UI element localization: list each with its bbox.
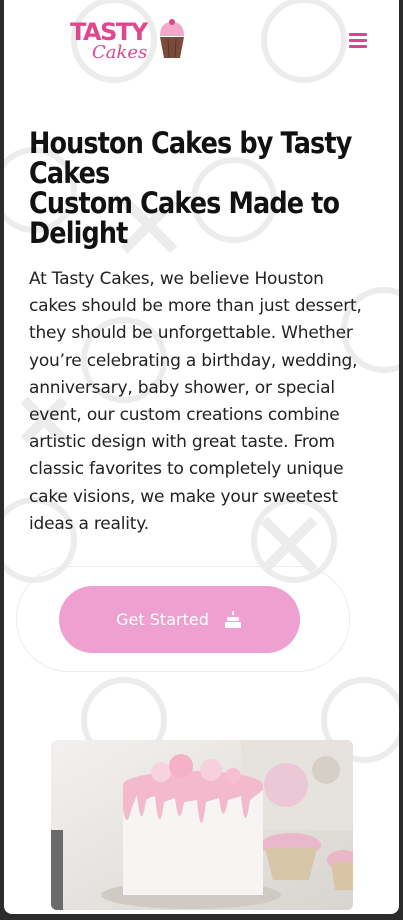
hero-title-line-4: Delight — [29, 216, 128, 250]
cupcake-icon — [160, 19, 184, 58]
tasty-cakes-logo[interactable]: TASTY Cakes — [68, 14, 190, 64]
hamburger-menu-icon[interactable] — [346, 30, 370, 50]
hero-title-line-1: Houston Cakes by Tasty — [29, 126, 352, 160]
page: TASTY Cakes Houston Cakes by Tasty Cakes… — [4, 0, 399, 914]
hero-description: At Tasty Cakes, we believe Houston cakes… — [29, 269, 362, 534]
hero-title-line-3: Custom Cakes Made to — [29, 186, 340, 220]
birthday-cake-icon — [224, 610, 241, 628]
hero-title: Houston Cakes by Tasty Cakes Custom Cake… — [29, 126, 352, 250]
cake-photo — [51, 740, 353, 910]
get-started-button[interactable]: Get Started — [59, 586, 300, 653]
get-started-label: Get Started — [116, 610, 209, 629]
hero-title-line-2: Cakes — [29, 156, 110, 190]
logo-text-cakes: Cakes — [92, 42, 147, 63]
site-header: TASTY Cakes — [4, 0, 399, 82]
